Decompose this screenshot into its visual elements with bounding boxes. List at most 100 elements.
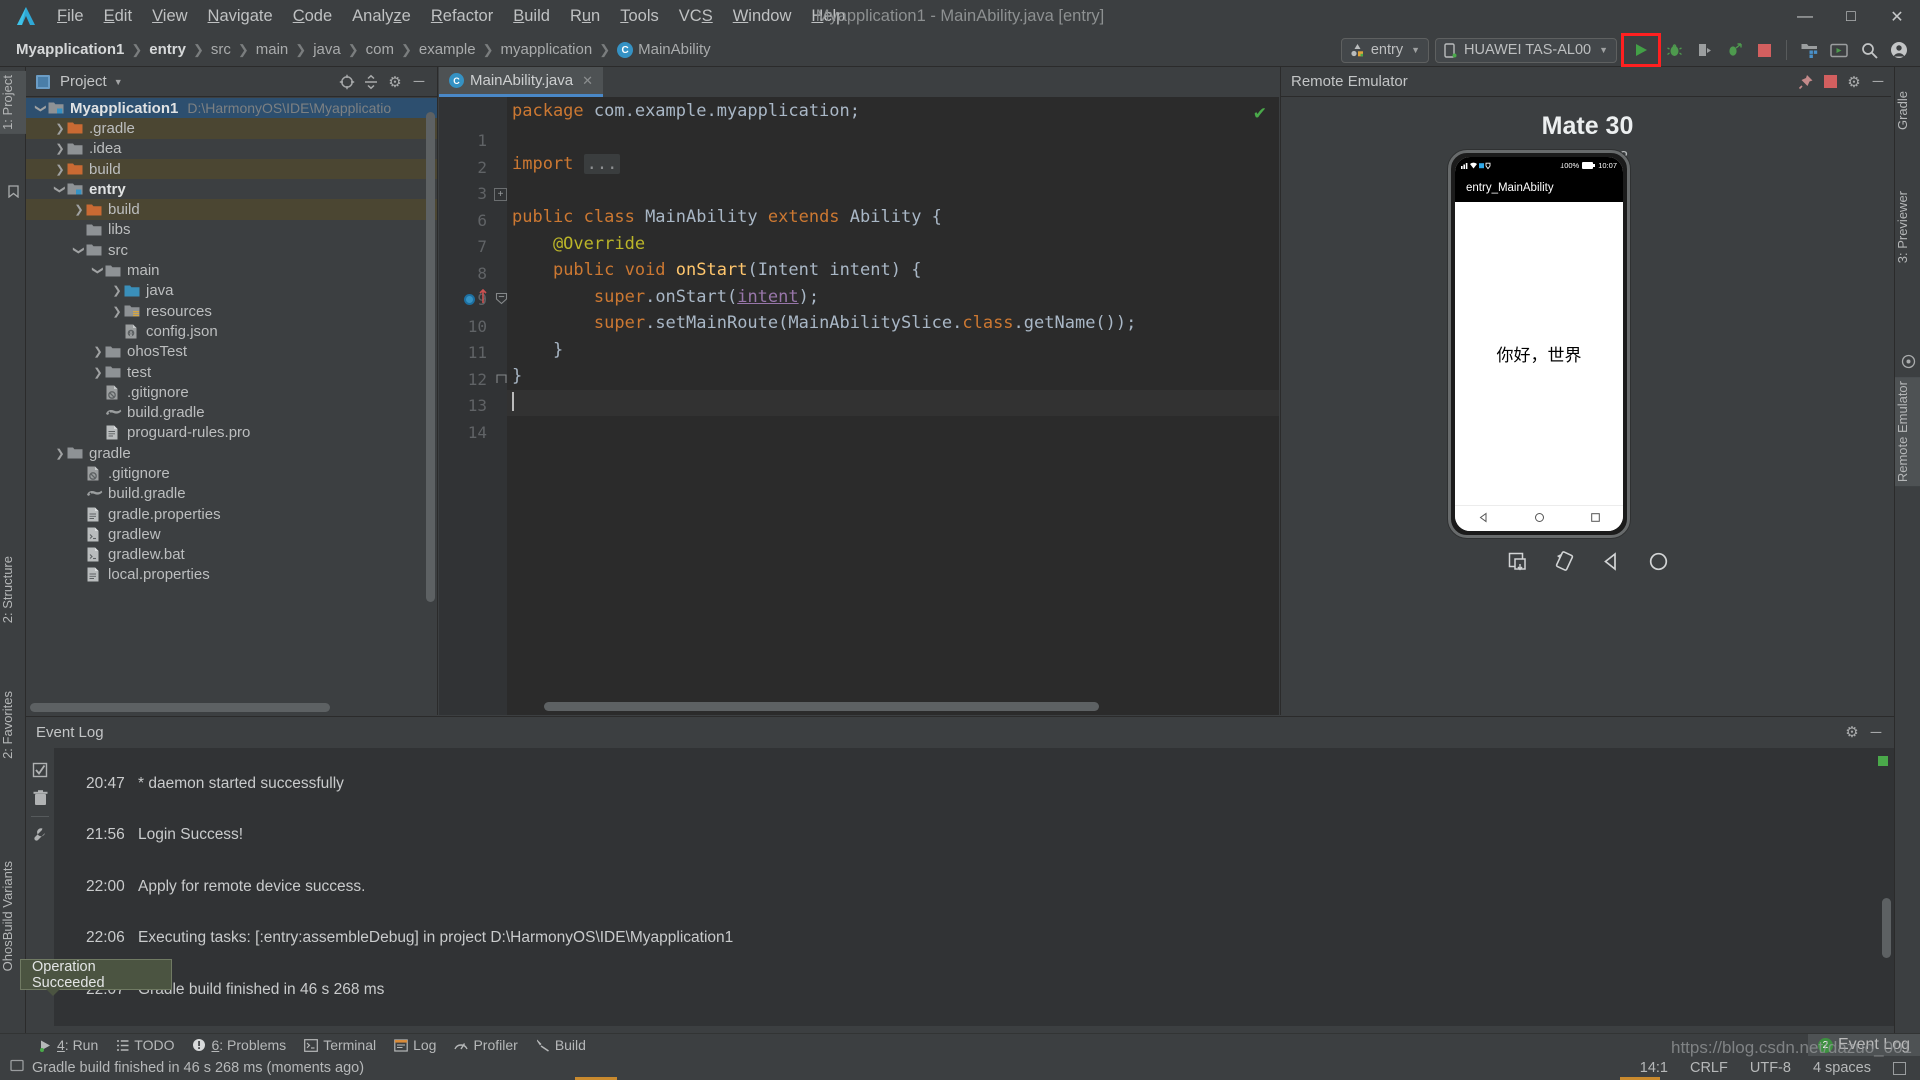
indent-setting[interactable]: 4 spaces <box>1813 1060 1871 1076</box>
project-structure-button[interactable] <box>1794 35 1824 65</box>
hide-icon[interactable]: ─ <box>407 70 431 94</box>
home-icon[interactable] <box>1645 548 1671 574</box>
sidebar-tab-gradle[interactable]: Gradle <box>1895 87 1920 134</box>
chevron-right-icon[interactable]: ❯ <box>110 305 124 318</box>
caret-position[interactable]: 14:1 <box>1640 1060 1668 1076</box>
project-vertical-scrollbar[interactable] <box>426 112 435 602</box>
code-line[interactable]: super.setMainRoute(MainAbilitySlice.clas… <box>507 310 1279 337</box>
chevron-right-icon[interactable]: ❯ <box>110 284 124 297</box>
chevron-down-icon[interactable]: ❯ <box>35 101 48 115</box>
gear-icon[interactable]: ⚙ <box>1842 70 1866 94</box>
tree-node-gradlew[interactable]: gradlew <box>26 524 437 544</box>
event-log-content[interactable]: 20:47 * daemon started successfully 21:56 L… <box>54 748 1894 1026</box>
pin-icon[interactable] <box>1794 70 1818 94</box>
bookmark-icon[interactable] <box>4 182 22 200</box>
chevron-down-icon[interactable]: ❯ <box>54 182 67 196</box>
close-icon[interactable]: ✕ <box>582 73 593 89</box>
bottom-bar-build[interactable]: Build <box>527 1034 595 1057</box>
code-line[interactable]: super.onStart(intent); <box>507 284 1279 311</box>
trash-icon[interactable] <box>26 784 54 812</box>
fold-end-icon[interactable] <box>495 372 507 388</box>
run-configuration-selector[interactable]: entry ▼ <box>1340 37 1430 63</box>
emulator-phone-frame[interactable]: 100% 10:07 entry_MainAbility 你好，世界 <box>1448 150 1630 538</box>
tree-node-libs[interactable]: libs <box>26 220 437 240</box>
code-line[interactable] <box>507 389 1279 416</box>
event-log-scrollbar[interactable] <box>1882 898 1891 958</box>
tree-node-test[interactable]: ❯ test <box>26 362 437 382</box>
tree-node--gradle[interactable]: ❯ .gradle <box>26 118 437 139</box>
editor-horizontal-scrollbar[interactable] <box>544 702 1099 711</box>
bottom-bar-log[interactable]: Log <box>385 1034 445 1057</box>
tree-node-ohostest[interactable]: ❯ ohosTest <box>26 342 437 362</box>
tree-node--gitignore[interactable]: .gitignore <box>26 382 437 402</box>
code-line[interactable]: @Override <box>507 231 1279 258</box>
bottom-bar-4-run[interactable]: 4: Run <box>30 1034 107 1057</box>
bottom-bar-6-problems[interactable]: 6: Problems <box>183 1034 295 1057</box>
code-line[interactable] <box>507 178 1279 205</box>
device-selector[interactable]: HUAWEI TAS-AL00 ▼ <box>1435 37 1617 63</box>
tree-node-build[interactable]: ❯ build <box>26 199 437 220</box>
chevron-down-icon[interactable]: ▼ <box>114 77 123 87</box>
chevron-right-icon[interactable]: ❯ <box>53 447 67 460</box>
tree-node-build-gradle[interactable]: build.gradle <box>26 484 437 504</box>
menu-item-view[interactable]: View <box>142 3 197 30</box>
chevron-down-icon[interactable]: ❯ <box>92 264 105 278</box>
code-line[interactable]: public void onStart(Intent intent) { <box>507 257 1279 284</box>
menu-item-navigate[interactable]: Navigate <box>198 3 283 30</box>
tree-node-gradle[interactable]: ❯ gradle <box>26 443 437 463</box>
run-button[interactable] <box>1621 33 1661 67</box>
menu-item-refactor[interactable]: Refactor <box>421 3 503 30</box>
fold-collapse-icon[interactable] <box>495 292 508 308</box>
code-content[interactable]: package com.example.myapplication; import… <box>507 97 1279 715</box>
breadcrumb-item-mainability[interactable]: C MainAbility <box>617 41 711 59</box>
back-triangle-icon[interactable] <box>1478 510 1489 528</box>
tree-node-config-json[interactable]: {} config.json <box>26 321 437 341</box>
menu-item-window[interactable]: Window <box>723 3 802 30</box>
attach-debugger-button[interactable] <box>1689 35 1719 65</box>
screenshot-icon[interactable] <box>1504 548 1530 574</box>
menu-item-help[interactable]: Help <box>801 3 855 30</box>
tree-node-myapplication1[interactable]: ❯ Myapplication1 D:\HarmonyOS\IDE\Myapplic… <box>26 98 437 119</box>
menu-item-analyze[interactable]: Analyze <box>342 3 421 30</box>
chevron-right-icon[interactable]: ❯ <box>91 345 105 358</box>
home-circle-icon[interactable] <box>1534 510 1545 528</box>
code-line[interactable]: package com.example.myapplication; <box>507 98 1279 125</box>
device-manager-button[interactable] <box>1824 35 1854 65</box>
project-tree[interactable]: ❯ Myapplication1 D:\HarmonyOS\IDE\Myapplic… <box>26 98 437 700</box>
bottom-bar-event-log[interactable]: 2 Event Log <box>1807 1033 1920 1057</box>
tree-node-build[interactable]: ❯ build <box>26 158 437 180</box>
tree-node-entry[interactable]: ❯ entry <box>26 179 437 199</box>
breadcrumb-item-java[interactable]: java <box>313 41 341 58</box>
code-editor[interactable]: 1 2 3 +6 7 8 9 10 11 12 13 14 package com.example.m… <box>439 97 1279 715</box>
overriding-method-icon[interactable] <box>478 288 488 308</box>
tree-node-proguard-rules-pro[interactable]: proguard-rules.pro <box>26 423 437 443</box>
stop-button[interactable] <box>1749 35 1779 65</box>
sidebar-tab-ohosbuild-variants[interactable]: OhosBuild Variants <box>0 857 26 975</box>
chevron-right-icon[interactable]: ❯ <box>72 203 86 216</box>
menu-item-vcs[interactable]: VCS <box>669 3 723 30</box>
breadcrumb-item-com[interactable]: com <box>366 41 394 58</box>
tree-node-src[interactable]: ❯ src <box>26 240 437 260</box>
rotate-icon[interactable] <box>1551 548 1577 574</box>
chevron-right-icon[interactable]: ❯ <box>53 142 67 155</box>
tree-node--gitignore[interactable]: .gitignore <box>26 463 437 483</box>
code-line[interactable]: } <box>507 363 1279 390</box>
recents-square-icon[interactable] <box>1590 510 1601 528</box>
sidebar-tab-remote-emulator[interactable]: Remote Emulator <box>1895 377 1920 487</box>
breadcrumb-item-src[interactable]: src <box>211 41 231 58</box>
phone-app-content[interactable]: 你好，世界 <box>1455 202 1623 505</box>
scroll-from-source-icon[interactable] <box>335 70 359 94</box>
menu-item-build[interactable]: Build <box>503 3 560 30</box>
stop-icon[interactable] <box>1818 70 1842 94</box>
gear-icon[interactable]: ⚙ <box>1840 720 1864 744</box>
chevron-right-icon[interactable]: ❯ <box>91 366 105 379</box>
collapse-all-icon[interactable] <box>359 70 383 94</box>
code-line[interactable] <box>507 125 1279 152</box>
code-line[interactable]: import ... <box>507 151 1279 178</box>
code-line[interactable]: public class MainAbility extends Ability… <box>507 204 1279 231</box>
profile-button[interactable] <box>1719 35 1749 65</box>
code-line[interactable]: } <box>507 337 1279 364</box>
breadcrumb-item-myapplication[interactable]: myapplication <box>500 41 592 58</box>
sidebar-tab-favorites[interactable]: 2: Favorites <box>0 687 26 763</box>
debug-button[interactable] <box>1659 35 1689 65</box>
